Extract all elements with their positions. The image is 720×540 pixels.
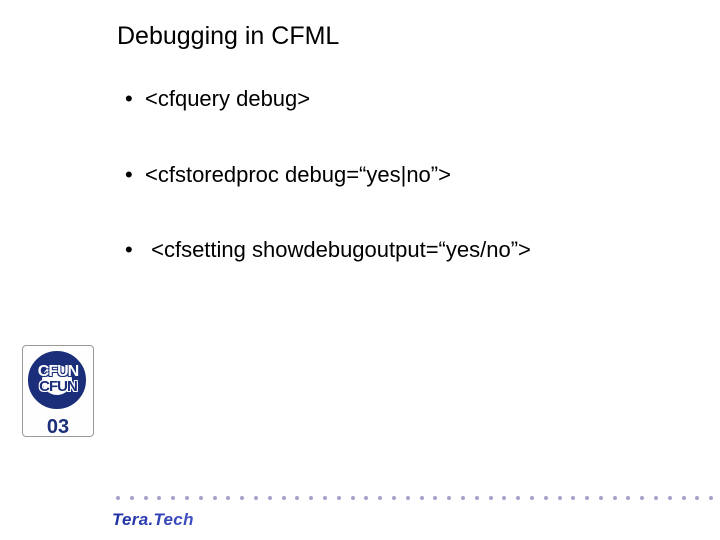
footer-text: Tera.Tech ColdFusion Conference <box>112 510 384 530</box>
badge-year: 03 <box>22 416 94 439</box>
list-item: • <cfsetting showdebugoutput=“yes/no”> <box>125 236 680 264</box>
bullet-list: •<cfquery debug> •<cfstoredproc debug=“y… <box>125 85 680 312</box>
bullet-text: <cfstoredproc debug=“yes|no”> <box>145 162 451 187</box>
cfun03-logo: CFUN CFUN 03 <box>22 345 94 445</box>
bullet-text: <cfquery debug> <box>145 86 310 111</box>
dotted-divider <box>116 496 708 500</box>
slide: Debugging in CFML •<cfquery debug> •<cfs… <box>0 0 720 540</box>
footer-rest: ColdFusion Conference <box>194 510 384 529</box>
badge-text-bottom: CFUN <box>22 378 94 395</box>
slide-title: Debugging in CFML <box>117 22 339 51</box>
list-item: •<cfquery debug> <box>125 85 680 113</box>
list-item: •<cfstoredproc debug=“yes|no”> <box>125 161 680 189</box>
footer-brand: Tera.Tech <box>112 510 194 529</box>
bullet-text: <cfsetting showdebugoutput=“yes/no”> <box>145 237 531 262</box>
